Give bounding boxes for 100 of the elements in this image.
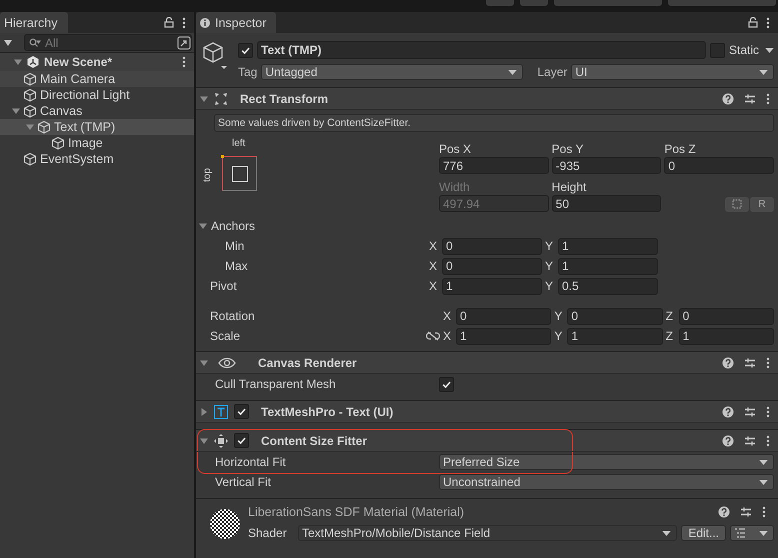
shader-dropdown[interactable]: TextMeshPro/Mobile/Distance Field: [298, 525, 678, 541]
anchor-label: Max: [224, 259, 249, 273]
number-field[interactable]: 0: [442, 238, 542, 254]
layer-dropdown[interactable]: UI: [571, 64, 774, 80]
more-options-icon[interactable]: [766, 92, 770, 104]
axis-label: Z: [666, 329, 674, 343]
help-icon[interactable]: [722, 356, 734, 368]
inspector-tab[interactable]: Inspector: [196, 12, 276, 33]
caret-icon: [759, 70, 768, 74]
number-field[interactable]: 1: [567, 328, 663, 344]
anchor-preset-button[interactable]: [222, 156, 257, 191]
number-field[interactable]: 0: [678, 308, 774, 324]
field-label: Pos Z: [664, 142, 697, 156]
sliders-icon[interactable]: [744, 92, 756, 104]
caret-icon: [765, 48, 774, 52]
anchor-label: top: [202, 168, 213, 182]
number-field[interactable]: 0: [442, 258, 542, 274]
active-checkbox[interactable]: [238, 42, 253, 58]
property-label: Vertical Fit: [215, 475, 272, 489]
number-field[interactable]: -935: [552, 157, 662, 174]
help-icon[interactable]: [722, 92, 734, 104]
edit-button[interactable]: Edit...: [681, 525, 726, 541]
anchor-label: Min: [224, 239, 246, 253]
number-field[interactable]: 0: [664, 157, 774, 174]
hierarchy-item[interactable]: Directional Light: [40, 88, 130, 102]
collapse-arrow-icon[interactable]: [200, 408, 208, 416]
enabled-checkbox[interactable]: [234, 433, 249, 448]
field-label: Height: [552, 180, 588, 194]
property-label: Cull Transparent Mesh: [215, 377, 337, 391]
more-options-icon[interactable]: [182, 16, 186, 28]
collapse-arrow-icon[interactable]: [200, 436, 208, 444]
broken-link-icon[interactable]: [426, 331, 440, 341]
expand-arrow-icon[interactable]: [14, 58, 22, 66]
lock-icon[interactable]: [164, 17, 174, 28]
caret-icon: [508, 70, 518, 74]
hierarchy-item[interactable]: Image: [68, 136, 103, 150]
more-options-icon[interactable]: [766, 406, 770, 418]
axis-label: X: [429, 279, 438, 293]
cube-icon: [51, 136, 65, 150]
hierarchy-item[interactable]: EventSystem: [40, 152, 114, 166]
help-icon[interactable]: [722, 434, 734, 446]
raw-edit-button[interactable]: R: [750, 196, 774, 212]
number-field[interactable]: 1: [558, 238, 658, 254]
sliders-icon[interactable]: [740, 506, 752, 518]
help-icon[interactable]: [722, 406, 734, 418]
number-field[interactable]: 1: [678, 328, 774, 344]
expand-arrow-icon[interactable]: [199, 222, 207, 230]
dropdown[interactable]: Unconstrained: [439, 474, 774, 490]
four-arrows-icon: [214, 92, 228, 106]
help-icon[interactable]: [718, 506, 730, 518]
cube-icon: [23, 152, 37, 166]
search-icon: [29, 38, 41, 48]
enabled-checkbox[interactable]: [234, 404, 249, 419]
tag-dropdown[interactable]: Untagged: [261, 64, 524, 80]
number-field: 497.94: [439, 195, 549, 212]
number-field[interactable]: 776: [439, 157, 549, 174]
checkbox[interactable]: [439, 376, 454, 392]
number-field[interactable]: 1: [442, 278, 542, 294]
number-field[interactable]: 0: [456, 308, 552, 324]
more-options-icon[interactable]: [762, 506, 766, 518]
dashed-square-icon: [732, 199, 742, 209]
more-options-icon[interactable]: [766, 16, 770, 28]
list-menu-dropdown[interactable]: [730, 525, 774, 541]
axis-label: Y: [554, 309, 564, 323]
more-options-icon[interactable]: [766, 356, 770, 368]
collapse-arrow-icon[interactable]: [200, 94, 208, 102]
dropdown[interactable]: Preferred Size: [439, 454, 774, 470]
sliders-icon[interactable]: [744, 356, 756, 368]
sliders-icon[interactable]: [744, 434, 756, 446]
hierarchy-tab[interactable]: Hierarchy: [0, 12, 68, 33]
static-checkbox[interactable]: [710, 42, 725, 58]
tab-label: Inspector: [215, 16, 266, 30]
collapse-arrow-icon[interactable]: [200, 358, 208, 366]
fitter-icon: [214, 434, 228, 448]
lock-icon[interactable]: [748, 17, 758, 28]
cube-icon: [23, 72, 37, 86]
number-field[interactable]: 0: [567, 308, 663, 324]
number-field[interactable]: 0.5: [558, 278, 658, 294]
number-field[interactable]: 1: [558, 258, 658, 274]
number-field[interactable]: 1: [456, 328, 552, 344]
axis-label: X: [429, 259, 438, 273]
axis-label: Z: [666, 309, 674, 323]
sliders-icon[interactable]: [744, 406, 756, 418]
axis-label: Y: [545, 279, 554, 293]
number-field[interactable]: 50: [552, 195, 662, 212]
more-options-icon[interactable]: [766, 434, 770, 446]
pivot-label: Pivot: [210, 279, 238, 293]
scene-search-icon[interactable]: [177, 36, 191, 50]
blueprint-mode-button[interactable]: [724, 196, 749, 212]
anchors-foldout[interactable]: Anchors: [211, 219, 256, 233]
hierarchy-item[interactable]: Canvas: [40, 104, 82, 118]
axis-label: Y: [545, 259, 554, 273]
add-dropdown-icon[interactable]: [4, 40, 12, 46]
axis-label: X: [443, 329, 452, 343]
cube-icon[interactable]: [202, 41, 228, 71]
shader-label: Shader: [248, 526, 288, 540]
name-field[interactable]: Text (TMP): [257, 41, 706, 59]
caret-icon: [759, 530, 768, 536]
more-options-icon[interactable]: [182, 56, 186, 68]
axis-label: Y: [545, 239, 554, 253]
